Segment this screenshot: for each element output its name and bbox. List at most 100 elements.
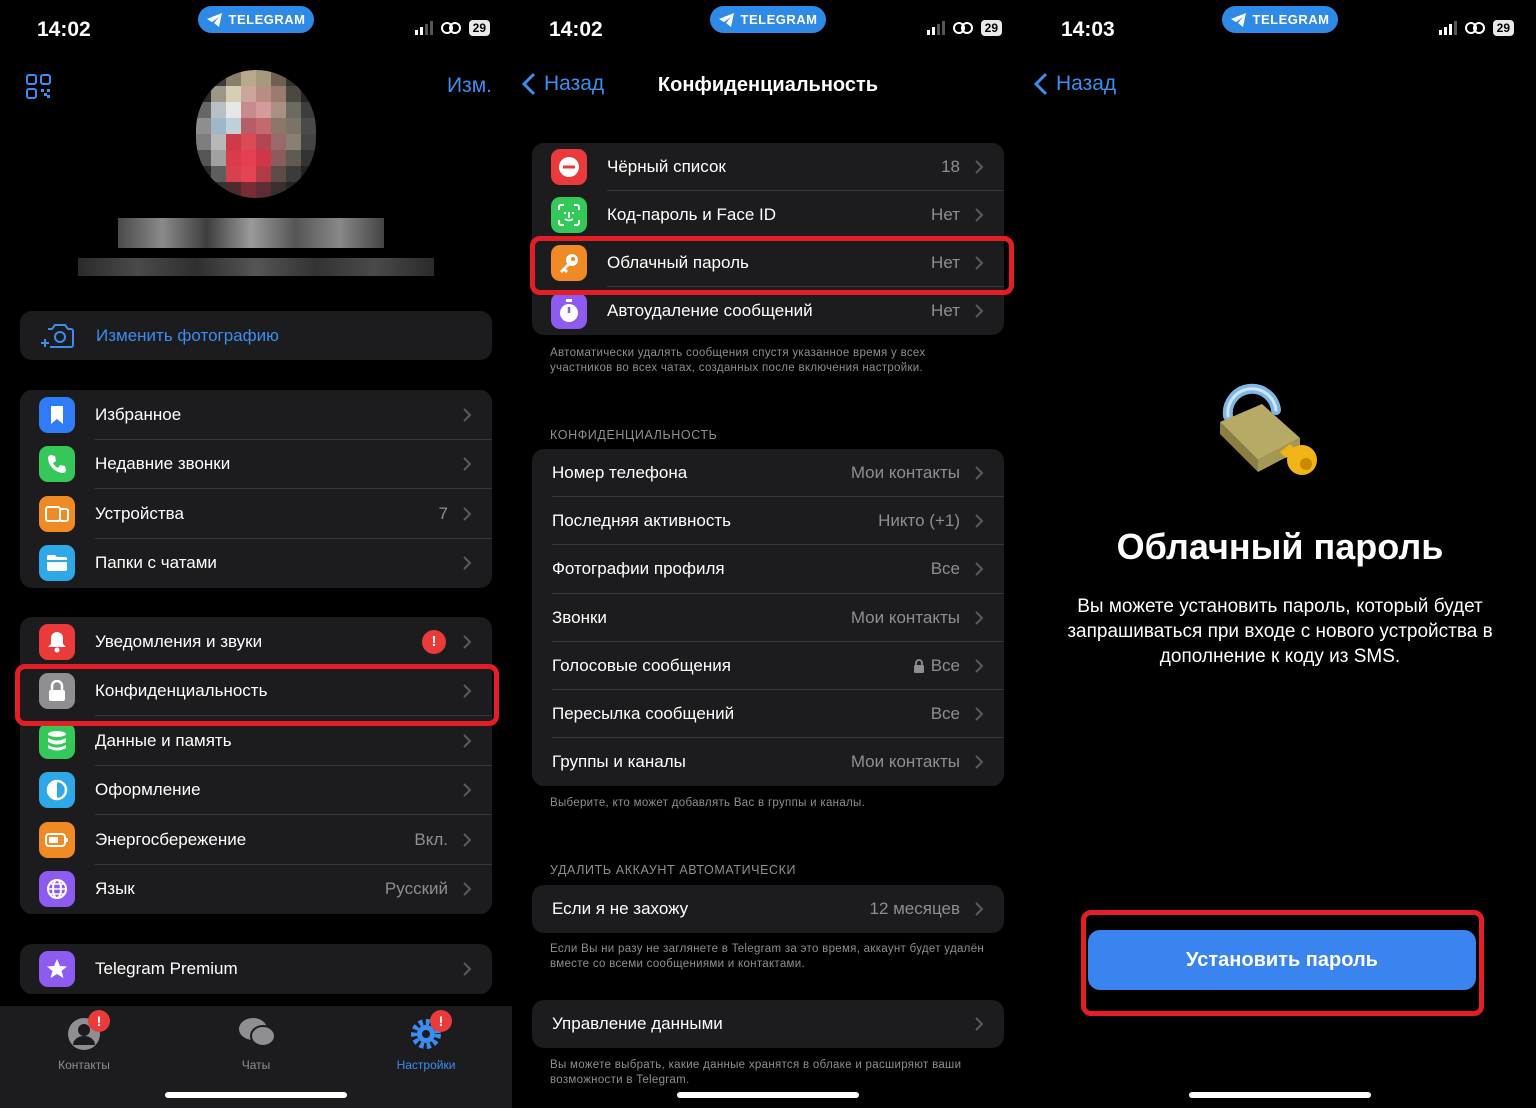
- status-time: 14:02: [549, 18, 603, 41]
- chevron-right-icon: [975, 659, 984, 673]
- row-devices[interactable]: Устройства 7: [20, 489, 492, 539]
- row-recent-calls[interactable]: Недавние звонки: [20, 440, 492, 490]
- chevron-right-icon: [463, 833, 472, 847]
- notification-badge: !: [422, 629, 446, 654]
- row-passcode[interactable]: Код-пароль и Face ID Нет: [532, 191, 1004, 239]
- highlight-privacy: [15, 664, 499, 726]
- status-indicators: 29: [414, 20, 490, 36]
- telegram-pill: TELEGRAM: [198, 6, 314, 33]
- row-phone-number[interactable]: Номер телефона Мои контакты: [532, 449, 1004, 498]
- phone-icon: [39, 446, 75, 483]
- row-label: Группы и каналы: [552, 752, 686, 772]
- row-label: Пересылка сообщений: [552, 704, 735, 724]
- chevron-right-icon: [975, 755, 984, 769]
- row-label: Энергосбережение: [95, 829, 247, 849]
- row-language[interactable]: Язык Русский: [20, 865, 492, 915]
- change-photo-row[interactable]: Изменить фотографию: [20, 311, 492, 360]
- settings-group-main: Избранное Недавние звонки Устройства 7 П…: [20, 390, 492, 588]
- qr-code-icon[interactable]: [26, 74, 52, 100]
- tab-contacts[interactable]: ! Контакты: [24, 1010, 144, 1072]
- row-value: Нет: [931, 301, 960, 320]
- description: Вы можете установить пароль, который буд…: [1067, 596, 1493, 667]
- row-data-settings[interactable]: Управление данными: [532, 1000, 1004, 1048]
- row-if-away[interactable]: Если я не захожу 12 месяцев: [532, 885, 1004, 933]
- contacts-icon: !: [66, 1010, 110, 1052]
- row-value: 7: [438, 503, 448, 523]
- row-favorites[interactable]: Избранное: [20, 390, 492, 440]
- link-icon: [952, 22, 973, 34]
- tab-settings[interactable]: ! Настройки: [366, 1010, 486, 1072]
- tab-label: Чаты: [241, 1058, 271, 1072]
- row-notifications[interactable]: Уведомления и звуки !: [20, 617, 492, 667]
- row-value: Мои контакты: [850, 463, 960, 483]
- row-label: Код-пароль и Face ID: [607, 205, 776, 224]
- row-profile-photos[interactable]: Фотографии профиля Все: [532, 545, 1004, 594]
- back-label: Назад: [1056, 72, 1117, 95]
- row-label: Управление данными: [552, 1014, 723, 1033]
- row-label: Язык: [95, 879, 135, 899]
- chevron-right-icon: [463, 457, 472, 471]
- row-power-saving[interactable]: Энергосбережение Вкл.: [20, 815, 492, 865]
- blurred-name: [118, 218, 384, 248]
- settings-group-app: Уведомления и звуки ! Конфиденциальность…: [20, 617, 492, 914]
- row-value: Мои контакты: [850, 752, 960, 772]
- row-label: Звонки: [552, 607, 607, 627]
- status-time: 14:03: [1061, 18, 1115, 41]
- page-title: Конфиденциальность: [657, 74, 879, 96]
- settings-icon: !: [408, 1010, 452, 1052]
- row-label: Данные и память: [95, 730, 232, 750]
- pill-label: TELEGRAM: [1252, 12, 1330, 27]
- chevron-right-icon: [463, 734, 472, 748]
- star-icon: [39, 950, 75, 987]
- highlight-set-password: [1081, 910, 1484, 1016]
- battery-level: 29: [980, 20, 1002, 36]
- change-photo-label: Изменить фотографию: [96, 325, 279, 345]
- row-forwarding[interactable]: Пересылка сообщений Все: [532, 690, 1004, 739]
- row-label: Telegram Premium: [95, 958, 238, 978]
- link-icon: [1464, 22, 1485, 34]
- chevron-right-icon: [463, 962, 472, 976]
- chevron-right-icon: [463, 882, 472, 896]
- chevron-right-icon: [463, 507, 472, 521]
- back-button[interactable]: Назад: [1034, 72, 1116, 96]
- row-voice-messages[interactable]: Голосовые сообщения Все: [532, 642, 1004, 691]
- signal-icon: [1438, 21, 1457, 35]
- row-blocked[interactable]: Чёрный список 18: [532, 143, 1004, 191]
- row-value: Нет: [931, 205, 960, 224]
- telegram-icon: [1230, 12, 1246, 27]
- battery-icon: [39, 821, 75, 858]
- row-appearance[interactable]: Оформление: [20, 766, 492, 816]
- row-value: Все: [930, 655, 960, 675]
- camera-add-icon: [41, 323, 74, 348]
- row-chat-folders[interactable]: Папки с чатами: [20, 539, 492, 589]
- tab-label: Настройки: [396, 1058, 456, 1072]
- row-value: Все: [930, 559, 960, 579]
- row-last-seen[interactable]: Последняя активность Никто (+1): [532, 497, 1004, 546]
- row-value: 18: [941, 157, 960, 176]
- chevron-right-icon: [975, 902, 984, 916]
- row-calls[interactable]: Звонки Мои контакты: [532, 594, 1004, 642]
- battery-level: 29: [468, 20, 490, 36]
- avatar: [196, 70, 316, 198]
- row-label: Последняя активность: [552, 511, 731, 531]
- premium-group: Telegram Premium: [20, 944, 492, 994]
- row-label: Недавние звонки: [95, 454, 231, 474]
- pill-label: TELEGRAM: [740, 12, 818, 27]
- small-lock-icon: [913, 659, 924, 673]
- status-time: 14:02: [37, 18, 91, 41]
- row-value: Вкл.: [414, 829, 448, 849]
- edit-button[interactable]: Изм.: [447, 74, 492, 98]
- folder-icon: [39, 545, 75, 582]
- row-telegram-premium[interactable]: Telegram Premium: [20, 944, 492, 994]
- globe-icon: [39, 871, 75, 908]
- chevron-right-icon: [463, 408, 472, 422]
- tab-bar: ! Контакты Чаты ! Настройки: [0, 1006, 512, 1108]
- pill-label: TELEGRAM: [228, 12, 306, 27]
- row-groups-channels[interactable]: Группы и каналы Мои контакты: [532, 738, 1004, 786]
- status-indicators: 29: [926, 20, 1002, 36]
- telegram-pill: TELEGRAM: [1222, 6, 1338, 33]
- tab-chats[interactable]: Чаты: [196, 1016, 316, 1072]
- row-label: Если я не захожу: [552, 899, 689, 918]
- privacy-footer: Выберите, кто может добавлять Вас в груп…: [550, 797, 866, 809]
- chevron-right-icon: [975, 208, 984, 222]
